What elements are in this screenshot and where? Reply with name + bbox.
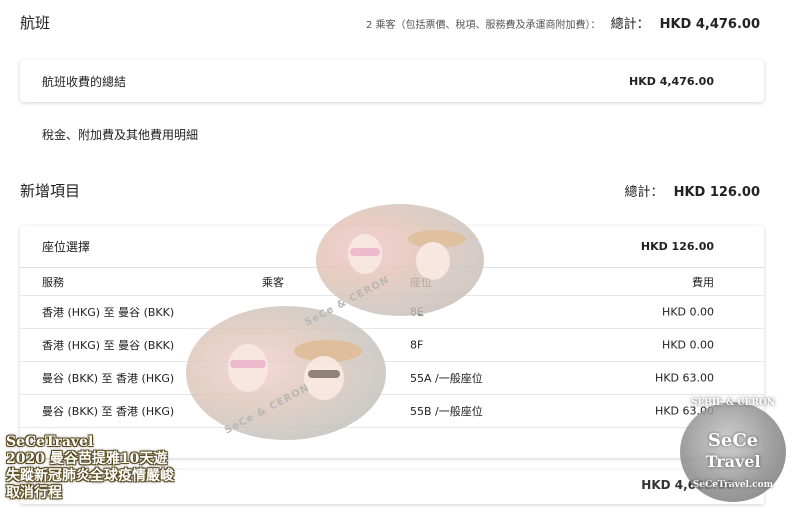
column-header-service: 服務 xyxy=(42,275,64,289)
table-row: 曼谷 (BKK) 至 香港 (HKG) 55B /一般座位 HKD 63.00 xyxy=(20,395,764,428)
row-seat: 8F xyxy=(410,338,424,352)
table-row: 曼谷 (BKK) 至 香港 (HKG) 55A /一般座位 HKD 63.00 xyxy=(20,362,764,395)
flight-section-header: 航班 2 乘客（包括票價、稅項、服務費及承運商附加費）： 總計： HKD 4,4… xyxy=(20,8,760,36)
addons-section-title: 新增項目 xyxy=(20,181,81,200)
row-fee: HKD 0.00 xyxy=(662,338,714,352)
sunglasses-shape xyxy=(230,360,266,368)
row-seat: 55B /一般座位 xyxy=(410,405,483,418)
fare-summary-card[interactable]: 航班收費的總結 HKD 4,476.00 xyxy=(20,60,764,102)
fare-summary-value: HKD 4,476.00 xyxy=(629,74,714,88)
caption-line: SeCeTravel xyxy=(6,434,94,450)
row-service: 曼谷 (BKK) 至 香港 (HKG) xyxy=(42,405,175,418)
tax-breakdown-link[interactable]: 稅金、附加費及其他費用明細 xyxy=(42,126,198,143)
badge-main-text: Travel xyxy=(705,452,761,471)
sunglasses-shape xyxy=(308,370,340,378)
caption-line: 2020 曼谷芭提雅10天遊 xyxy=(6,451,168,467)
passenger-note: 2 乘客（包括票價、稅項、服務費及承運商附加費）： xyxy=(366,19,601,31)
row-service: 曼谷 (BKK) 至 香港 (HKG) xyxy=(42,372,175,385)
row-fee: HKD 0.00 xyxy=(662,305,714,319)
column-header-passenger: 乘客 xyxy=(262,275,284,289)
flight-section-title: 航班 xyxy=(20,13,51,32)
caption-line: 失蹤新冠肺炎全球疫情嚴峻 xyxy=(6,468,174,484)
fare-summary-label: 航班收費的總結 xyxy=(42,74,127,89)
table-row: 香港 (HKG) 至 曼谷 (BKK) 8F HKD 0.00 xyxy=(20,329,764,362)
sunglasses-shape xyxy=(350,248,380,256)
face-shape xyxy=(416,242,450,280)
flight-total-value: HKD 4,476.00 xyxy=(659,16,760,32)
blog-caption: SeCeTravel 2020 曼谷芭提雅10天遊 失蹤新冠肺炎全球疫情嚴峻 取… xyxy=(6,434,174,502)
addons-total-value: HKD 126.00 xyxy=(673,184,760,200)
seat-selection-title: 座位選擇 xyxy=(42,240,91,254)
flight-total-label: 總計： xyxy=(610,16,650,32)
badge-top-text: SEBIE & CERON xyxy=(691,398,775,408)
face-shape xyxy=(228,344,268,392)
flight-total-group: 2 乘客（包括票價、稅項、服務費及承運商附加費）： 總計： HKD 4,476.… xyxy=(366,13,760,32)
addons-total-label: 總計： xyxy=(624,184,664,200)
row-seat: 55A /一般座位 xyxy=(410,372,483,385)
row-service: 香港 (HKG) 至 曼谷 (BKK) xyxy=(42,339,175,352)
row-fee: HKD 63.00 xyxy=(655,371,714,385)
row-service: 香港 (HKG) 至 曼谷 (BKK) xyxy=(42,306,175,319)
caption-line: 取消行程 xyxy=(6,485,62,501)
column-header-fee: 費用 xyxy=(692,275,714,289)
addons-total-group: 總計： HKD 126.00 xyxy=(625,181,760,200)
seat-selection-sum: HKD 126.00 xyxy=(640,240,714,253)
travel-photo-overlay xyxy=(186,306,386,440)
badge-bottom-text: SeCeTravel.com xyxy=(692,480,774,490)
badge-main-text: SeCe xyxy=(707,430,759,451)
face-shape xyxy=(304,356,344,400)
brand-logo-badge: SEBIE & CERON SeCe Travel SeCeTravel.com xyxy=(680,398,786,502)
addons-section-header: 新增項目 總計： HKD 126.00 xyxy=(20,178,760,202)
